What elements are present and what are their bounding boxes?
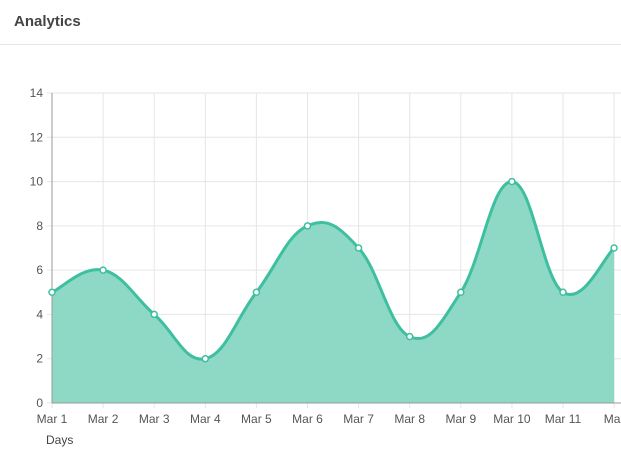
data-point[interactable] xyxy=(610,244,618,252)
analytics-panel: Analytics 0 2 4 6 8 10 12 14 Mar 1 Mar 2 Mar 3 Mar … xyxy=(0,0,621,457)
y-tick-label: 8 xyxy=(36,219,43,233)
x-tick-label: Mar 7 xyxy=(343,412,374,426)
data-point[interactable] xyxy=(48,288,56,297)
x-tick-label: Mar 2 xyxy=(88,412,119,426)
data-point[interactable] xyxy=(201,354,210,363)
x-tick-label: Mar 8 xyxy=(394,412,425,426)
data-point[interactable] xyxy=(150,310,158,319)
panel-title: Analytics xyxy=(14,13,81,30)
x-axis-title: Days xyxy=(46,433,73,447)
y-tick-label: 10 xyxy=(30,175,44,189)
data-point[interactable] xyxy=(252,288,261,297)
x-tick-label: Mar 11 xyxy=(545,412,582,426)
data-point[interactable] xyxy=(354,244,363,252)
y-tick-label: 14 xyxy=(30,86,44,100)
x-tick-label: Mar 3 xyxy=(139,412,170,426)
area-chart: 0 2 4 6 8 10 12 14 Mar 1 Mar 2 Mar 3 Mar 4 Mar 5 Mar … xyxy=(30,86,621,447)
y-tick-label: 12 xyxy=(30,130,44,144)
area-series xyxy=(51,180,616,403)
data-point[interactable] xyxy=(99,266,107,274)
x-tick-label: Mar xyxy=(604,412,621,426)
y-tick-label: 4 xyxy=(36,307,43,321)
x-tick-label: Mar 6 xyxy=(292,412,323,426)
chart-area: 0 2 4 6 8 10 12 14 Mar 1 Mar 2 Mar 3 Mar 4 Mar 5 Mar … xyxy=(0,46,621,457)
y-tick-label: 0 xyxy=(36,396,43,410)
y-tick-label: 2 xyxy=(36,352,43,366)
x-tick-label: Mar 10 xyxy=(493,412,531,426)
x-tick-label: Mar 5 xyxy=(241,412,272,426)
x-tick-label: Mar 1 xyxy=(37,412,68,426)
data-point[interactable] xyxy=(457,288,465,297)
data-point[interactable] xyxy=(405,332,414,341)
data-point[interactable] xyxy=(559,288,567,297)
panel-header: Analytics xyxy=(0,0,621,45)
area-fill xyxy=(52,181,615,403)
y-tick-label: 6 xyxy=(36,263,43,277)
x-tick-label: Mar 4 xyxy=(190,412,221,426)
x-tick-label: Mar 9 xyxy=(445,412,476,426)
data-point[interactable] xyxy=(303,222,312,230)
data-point[interactable] xyxy=(508,177,516,186)
